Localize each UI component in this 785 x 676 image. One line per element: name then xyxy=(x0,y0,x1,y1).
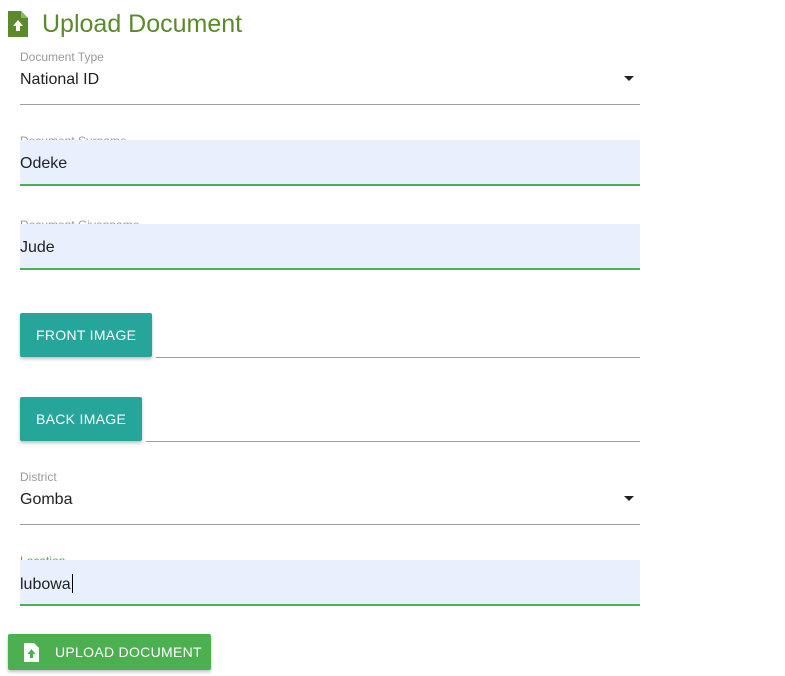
document-type-value: National ID xyxy=(20,71,100,88)
file-upload-icon xyxy=(24,642,39,662)
front-image-button[interactable]: FRONT IMAGE xyxy=(20,313,153,357)
district-value: Gomba xyxy=(20,491,73,508)
back-image-row: BACK IMAGE xyxy=(20,397,640,443)
page-title: Upload Document xyxy=(42,10,243,38)
district-select[interactable]: Gomba xyxy=(20,484,640,525)
upload-document-label: UPLOAD DOCUMENT xyxy=(55,644,202,660)
caret-down-icon xyxy=(624,496,634,501)
back-image-path-input[interactable] xyxy=(146,441,640,442)
document-givenname-value: Jude xyxy=(20,239,55,256)
district-field: District Gomba xyxy=(20,470,640,525)
document-givenname-input[interactable]: Jude xyxy=(20,224,640,270)
upload-document-page: Upload Document Document Type National I… xyxy=(0,0,785,676)
document-type-field: Document Type National ID xyxy=(20,50,640,105)
document-givenname-field: Document Givenname Jude xyxy=(20,218,640,270)
document-type-label: Document Type xyxy=(20,50,104,64)
location-input[interactable]: lubowa xyxy=(20,560,640,606)
document-type-select[interactable]: National ID xyxy=(20,64,640,105)
document-surname-field: Document Surname Odeke xyxy=(20,134,640,186)
file-upload-icon xyxy=(8,11,28,37)
front-image-row: FRONT IMAGE xyxy=(20,313,640,359)
page-header: Upload Document xyxy=(8,6,242,42)
text-cursor xyxy=(71,574,73,593)
location-value: lubowa xyxy=(20,576,71,593)
back-image-button[interactable]: BACK IMAGE xyxy=(20,397,143,441)
location-value-wrap: lubowa xyxy=(20,574,73,595)
upload-document-button[interactable]: UPLOAD DOCUMENT xyxy=(8,634,211,670)
front-image-path-input[interactable] xyxy=(156,357,640,358)
caret-down-icon xyxy=(624,76,634,81)
document-surname-input[interactable]: Odeke xyxy=(20,140,640,186)
district-label: District xyxy=(20,470,57,484)
location-field: Location lubowa xyxy=(20,554,640,606)
document-surname-value: Odeke xyxy=(20,155,68,172)
